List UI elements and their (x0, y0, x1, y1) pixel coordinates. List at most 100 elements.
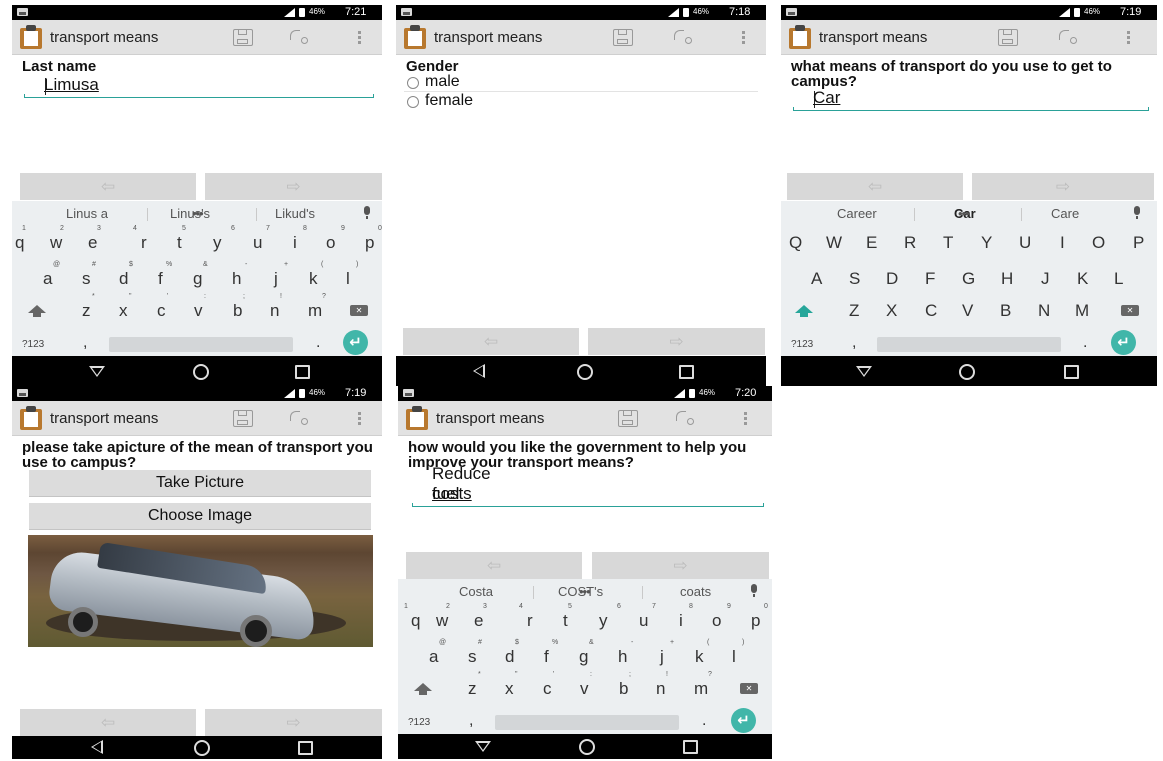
key-d[interactable]: D (886, 269, 898, 289)
government-field[interactable]: Reduce fuel costs (412, 464, 764, 507)
prev-button[interactable]: ⇦ (406, 552, 582, 579)
key-m[interactable]: ? m (308, 293, 326, 321)
radio-female-label[interactable]: female (425, 92, 473, 110)
overflow-menu-icon[interactable] (742, 31, 746, 45)
key-d[interactable]: $ d (119, 261, 133, 289)
space-bar[interactable] (877, 337, 1061, 352)
save-icon[interactable] (618, 410, 638, 427)
last-name-field[interactable]: Limusa (24, 75, 374, 98)
key-v[interactable]: :v (194, 293, 206, 321)
key-l[interactable]: L (1114, 269, 1123, 289)
key-t[interactable]: T (943, 233, 953, 253)
prev-button[interactable]: ⇦ (403, 328, 579, 355)
key-i[interactable]: 8i (679, 603, 693, 631)
symbols-key[interactable]: ?123 (408, 717, 430, 728)
period-key[interactable]: . (1083, 334, 1087, 352)
key-r[interactable]: 4r (519, 603, 533, 631)
key-h[interactable]: -h (618, 639, 633, 667)
key-w[interactable]: 2w (436, 603, 450, 631)
key-f[interactable]: % f (158, 261, 172, 289)
key-a[interactable]: @ a (43, 261, 60, 289)
key-z[interactable]: Z (849, 301, 859, 321)
take-picture-button[interactable]: Take Picture (29, 470, 371, 497)
key-m[interactable]: M (1075, 301, 1089, 321)
key-l[interactable]: ) l (346, 261, 358, 289)
next-button[interactable]: ⇨ (205, 173, 382, 200)
save-icon[interactable] (998, 29, 1018, 46)
prev-button[interactable]: ⇦ (20, 173, 196, 200)
mic-icon[interactable] (751, 584, 757, 597)
key-w[interactable]: W (826, 233, 842, 253)
key-c[interactable]: ' c (157, 293, 168, 321)
key-h[interactable]: -h (232, 261, 247, 289)
radio-female[interactable] (407, 96, 419, 108)
period-key[interactable]: . (702, 712, 706, 730)
save-icon[interactable] (613, 29, 633, 46)
key-i[interactable]: 8i (293, 225, 307, 253)
recent-apps-icon[interactable] (683, 740, 698, 754)
comma-key[interactable]: , (852, 334, 856, 352)
key-z[interactable]: * z (468, 671, 481, 699)
key-r[interactable]: 4r (133, 225, 147, 253)
overflow-menu-icon[interactable] (1127, 31, 1131, 45)
comma-key[interactable]: , (469, 712, 473, 730)
back-icon[interactable] (91, 740, 103, 754)
key-o[interactable]: O (1092, 233, 1105, 253)
key-h[interactable]: H (1001, 269, 1013, 289)
overflow-menu-icon[interactable] (358, 31, 362, 45)
delete-icon[interactable]: ✕ (350, 305, 368, 316)
enter-icon[interactable]: ↵ (343, 330, 368, 355)
key-p[interactable]: P (1133, 233, 1144, 253)
key-x[interactable]: X (886, 301, 897, 321)
key-n[interactable]: ! n (270, 293, 282, 321)
key-j[interactable]: + j (274, 261, 288, 289)
key-v[interactable]: V (962, 301, 973, 321)
key-c[interactable]: C (925, 301, 937, 321)
key-u[interactable]: 7u (639, 603, 656, 631)
key-e[interactable]: E (866, 233, 877, 253)
suggestion-3[interactable]: Care (1051, 206, 1079, 221)
key-b[interactable]: ; b (233, 293, 245, 321)
key-e[interactable]: 3e (88, 225, 101, 253)
suggestion-2[interactable]: Linus's (170, 206, 210, 221)
key-s[interactable]: # s (468, 639, 482, 667)
space-bar[interactable] (495, 715, 679, 730)
key-o[interactable]: 9o (326, 225, 345, 253)
key-v[interactable]: :v (580, 671, 592, 699)
home-icon[interactable] (959, 364, 975, 380)
route-icon[interactable] (674, 409, 696, 427)
key-r[interactable]: R (904, 233, 916, 253)
prev-button[interactable]: ⇦ (787, 173, 963, 200)
key-s[interactable]: # s (82, 261, 96, 289)
key-f[interactable]: % f (544, 639, 558, 667)
overflow-menu-icon[interactable] (744, 412, 748, 426)
key-c[interactable]: ' c (543, 671, 554, 699)
shift-icon[interactable] (414, 683, 432, 695)
next-button[interactable]: ⇨ (205, 709, 382, 736)
transport-field[interactable]: Car (793, 88, 1149, 111)
key-x[interactable]: " x (119, 293, 132, 321)
key-j[interactable]: J (1041, 269, 1050, 289)
key-q[interactable]: Q (789, 233, 802, 253)
radio-male[interactable] (407, 77, 419, 89)
next-button[interactable]: ⇨ (592, 552, 769, 579)
key-y[interactable]: 6y (213, 225, 235, 253)
symbols-key[interactable]: ?123 (791, 339, 813, 350)
route-icon[interactable] (288, 28, 310, 46)
key-a[interactable]: @ a (429, 639, 446, 667)
radio-male-label[interactable]: male (425, 73, 460, 91)
recent-apps-icon[interactable] (1064, 365, 1079, 379)
next-button[interactable]: ⇨ (972, 173, 1154, 200)
hide-keyboard-icon[interactable] (89, 366, 105, 377)
home-icon[interactable] (579, 739, 595, 755)
key-m[interactable]: ? m (694, 671, 712, 699)
key-p[interactable]: 0p (751, 603, 768, 631)
suggestion-1[interactable]: Career (837, 206, 877, 221)
key-b[interactable]: ; b (619, 671, 631, 699)
choose-image-button[interactable]: Choose Image (29, 503, 371, 530)
suggestion-3[interactable]: Likud's (275, 206, 315, 221)
key-e[interactable]: 3e (474, 603, 487, 631)
key-b[interactable]: B (1000, 301, 1011, 321)
key-s[interactable]: S (849, 269, 860, 289)
key-u[interactable]: 7u (253, 225, 270, 253)
